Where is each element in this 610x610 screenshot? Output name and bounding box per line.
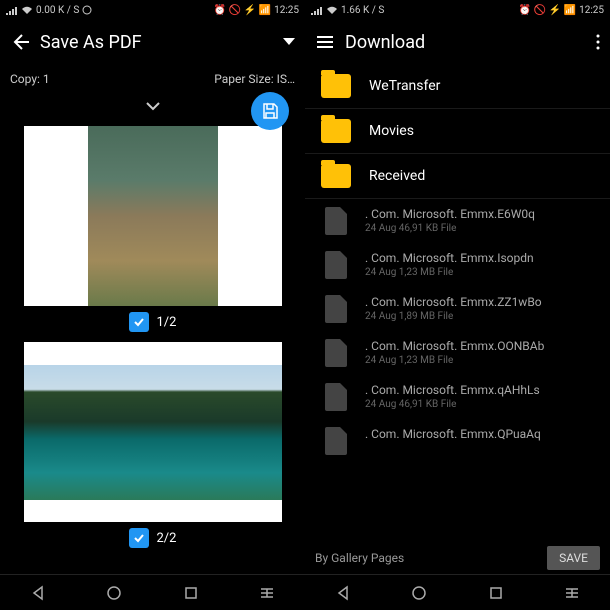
page-checkbox-1[interactable] bbox=[129, 312, 149, 332]
nav-bar bbox=[0, 574, 305, 610]
page-title: Save As PDF bbox=[40, 32, 273, 53]
file-item[interactable]: . Com. Microsoft. Emmx.E6W0q 24 Aug 46,91… bbox=[305, 199, 610, 243]
bottom-bar: By Gallery Pages SAVE bbox=[305, 542, 610, 574]
net-speed: 0.00 K / S bbox=[36, 5, 79, 16]
file-icon bbox=[325, 295, 347, 323]
pages-area: 1/2 2/2 bbox=[0, 118, 305, 574]
right-pane: 1.66 K / S ⏰ 🚫 ⚡ 📶 12:25 Download WeTran… bbox=[305, 0, 610, 610]
copy-count: Copy: 1 bbox=[10, 72, 50, 86]
file-name: . Com. Microsoft. Emmx.ZZ1wBo bbox=[365, 295, 594, 309]
nav-recent-icon[interactable] bbox=[488, 585, 504, 601]
clock: 12:25 bbox=[579, 5, 604, 16]
nav-bar bbox=[305, 574, 610, 610]
back-icon[interactable] bbox=[10, 32, 30, 52]
status-bar: 0.00 K / S ⏰ 🚫 ⚡ 📶 12:25 bbox=[0, 0, 305, 20]
nav-home-icon[interactable] bbox=[411, 585, 427, 601]
file-icon bbox=[325, 427, 347, 455]
nav-home-icon[interactable] bbox=[106, 585, 122, 601]
signal-icon bbox=[6, 5, 18, 15]
file-name: . Com. Microsoft. Emmx.Isopdn bbox=[365, 251, 594, 265]
source-label: By Gallery Pages bbox=[315, 551, 404, 565]
file-icon bbox=[325, 339, 347, 367]
file-item[interactable]: . Com. Microsoft. Emmx.QPuaAq bbox=[305, 419, 610, 463]
save-button[interactable]: SAVE bbox=[547, 546, 600, 570]
file-icon bbox=[325, 207, 347, 235]
status-bar: 1.66 K / S ⏰ 🚫 ⚡ 📶 12:25 bbox=[305, 0, 610, 20]
app-bar: Download bbox=[305, 20, 610, 64]
page-number: 2/2 bbox=[157, 531, 177, 546]
more-icon[interactable] bbox=[596, 34, 600, 50]
file-item[interactable]: . Com. Microsoft. Emmx.qAHhLs 24 Aug 46,9… bbox=[305, 375, 610, 419]
file-item[interactable]: . Com. Microsoft. Emmx.Isopdn 24 Aug 1,23… bbox=[305, 243, 610, 287]
file-icon bbox=[325, 383, 347, 411]
folder-name: Received bbox=[369, 168, 425, 184]
menu-icon[interactable] bbox=[315, 34, 335, 50]
file-item[interactable]: . Com. Microsoft. Emmx.OONBAb 24 Aug 1,23… bbox=[305, 331, 610, 375]
folder-item[interactable]: Movies bbox=[305, 109, 610, 154]
save-pdf-button[interactable] bbox=[251, 92, 289, 130]
print-options: Copy: 1 Paper Size: IS… bbox=[0, 64, 305, 94]
page-preview-1[interactable] bbox=[24, 126, 282, 306]
files-area: WeTransfer Movies Received . Com. Micros… bbox=[305, 64, 610, 542]
nav-drawer-icon[interactable] bbox=[259, 585, 275, 601]
file-meta: 24 Aug 1,89 MB File bbox=[365, 311, 594, 322]
file-name: . Com. Microsoft. Emmx.OONBAb bbox=[365, 339, 594, 353]
page-number: 1/2 bbox=[157, 315, 177, 330]
file-name: . Com. Microsoft. Emmx.QPuaAq bbox=[365, 427, 594, 441]
nav-back-icon[interactable] bbox=[30, 585, 46, 601]
page-preview-2[interactable] bbox=[24, 342, 282, 522]
file-item[interactable]: . Com. Microsoft. Emmx.ZZ1wBo 24 Aug 1,89… bbox=[305, 287, 610, 331]
file-meta: 24 Aug 1,23 MB File bbox=[365, 267, 594, 278]
folder-name: WeTransfer bbox=[369, 78, 440, 94]
page-title: Download bbox=[345, 32, 586, 53]
wifi-icon bbox=[326, 5, 338, 15]
nav-drawer-icon[interactable] bbox=[564, 585, 580, 601]
folder-icon bbox=[321, 74, 351, 98]
folder-item[interactable]: Received bbox=[305, 154, 610, 199]
chevron-down-icon[interactable] bbox=[145, 101, 161, 111]
paper-size: Paper Size: IS… bbox=[214, 72, 295, 86]
file-name: . Com. Microsoft. Emmx.E6W0q bbox=[365, 207, 594, 221]
folder-icon bbox=[321, 164, 351, 188]
file-icon bbox=[325, 251, 347, 279]
clock: 12:25 bbox=[274, 5, 299, 16]
page-checkbox-2[interactable] bbox=[129, 528, 149, 548]
folder-name: Movies bbox=[369, 123, 414, 139]
net-speed: 1.66 K / S bbox=[341, 5, 384, 16]
folder-item[interactable]: WeTransfer bbox=[305, 64, 610, 109]
file-meta: 24 Aug 1,23 MB File bbox=[365, 355, 594, 366]
dropdown-icon[interactable] bbox=[283, 38, 295, 46]
file-meta: 24 Aug 46,91 KB File bbox=[365, 399, 594, 410]
nav-recent-icon[interactable] bbox=[183, 585, 199, 601]
app-bar: Save As PDF bbox=[0, 20, 305, 64]
settings-icon bbox=[82, 5, 92, 15]
file-meta: 24 Aug 46,91 KB File bbox=[365, 223, 594, 234]
file-name: . Com. Microsoft. Emmx.qAHhLs bbox=[365, 383, 594, 397]
nav-back-icon[interactable] bbox=[335, 585, 351, 601]
folder-icon bbox=[321, 119, 351, 143]
signal-icon bbox=[311, 5, 323, 15]
left-pane: 0.00 K / S ⏰ 🚫 ⚡ 📶 12:25 Save As PDF Cop… bbox=[0, 0, 305, 610]
save-icon bbox=[261, 102, 279, 120]
expand-row bbox=[0, 94, 305, 118]
wifi-icon bbox=[21, 5, 33, 15]
